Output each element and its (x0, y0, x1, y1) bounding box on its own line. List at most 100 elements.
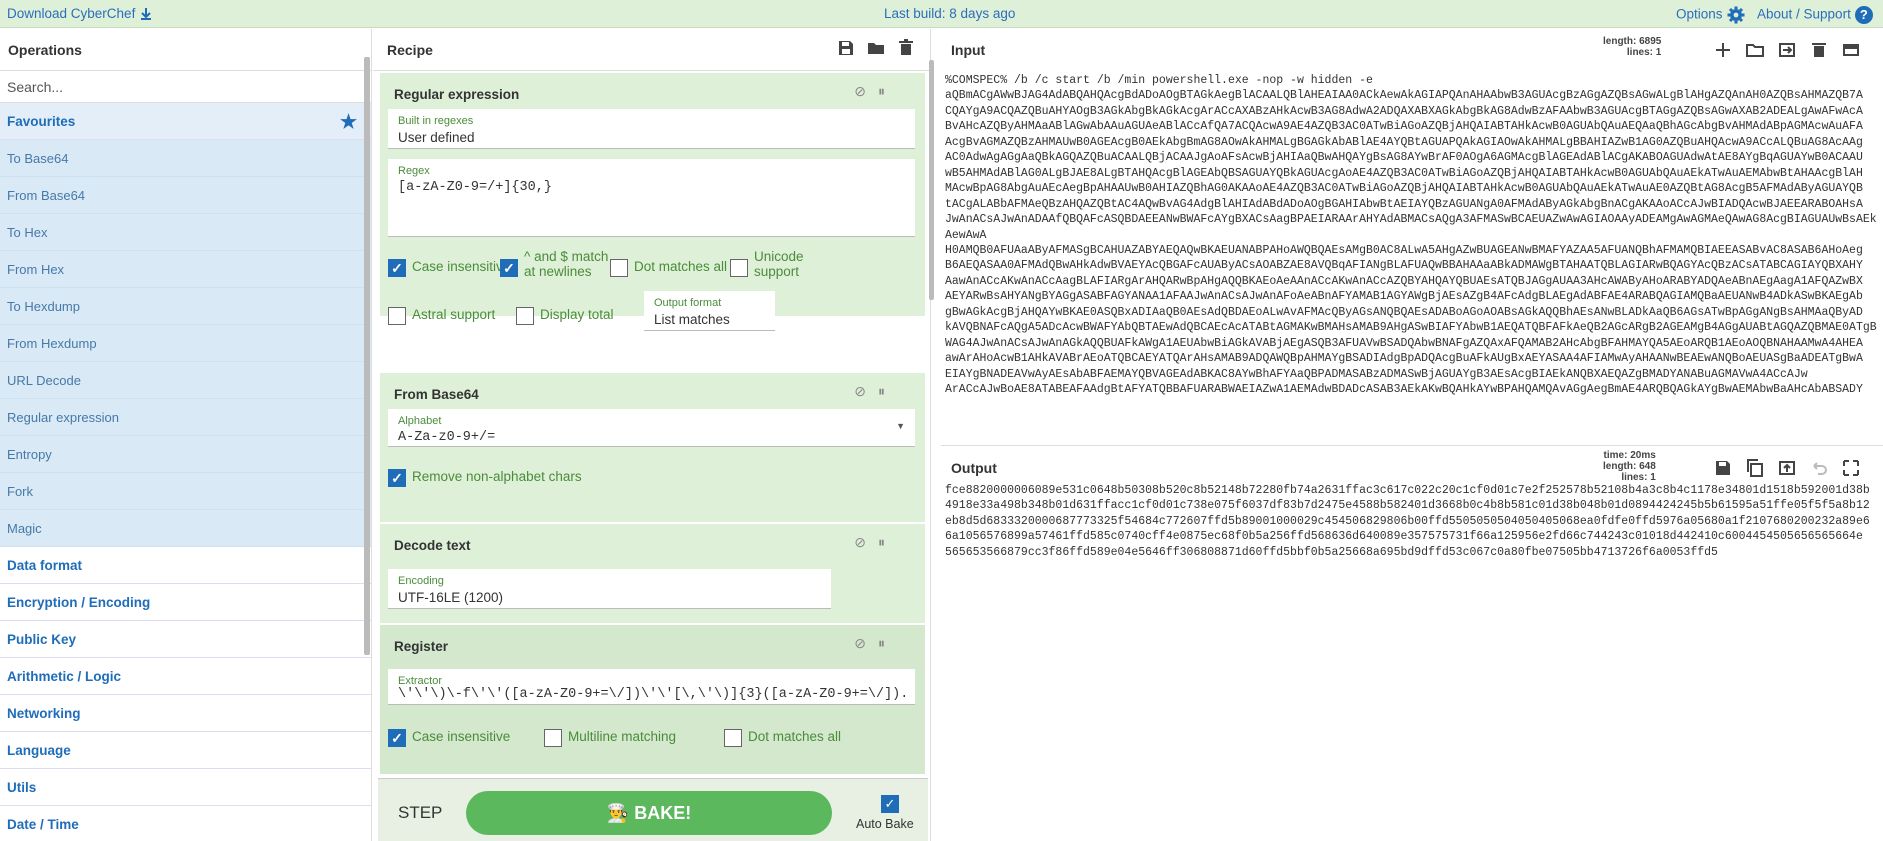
checkbox-unchecked[interactable] (730, 259, 748, 277)
open-folder-icon[interactable] (1745, 40, 1765, 60)
alphabet-select[interactable]: Alphabet A-Za-z0-9+/= ▼ (388, 409, 915, 447)
ingredient-controls: ⊘⏸ (854, 383, 897, 400)
checkbox-label: Display total (540, 307, 614, 322)
category-item[interactable]: Data format (0, 547, 371, 584)
checkbox-checked[interactable]: ✓ (388, 469, 406, 487)
disable-icon[interactable]: ⊘ (854, 534, 878, 550)
gear-icon (1727, 6, 1745, 24)
stat-label: lines: (1626, 47, 1654, 58)
op-item[interactable]: URL Decode (0, 362, 371, 399)
dot-matches-all-checkbox[interactable]: Dot matches all (724, 729, 841, 747)
checkbox-unchecked[interactable] (724, 729, 742, 747)
category-item[interactable]: Encryption / Encoding (0, 584, 371, 621)
regex-field[interactable]: Regex [a-zA-Z0-9=/+]{30,} (388, 159, 915, 237)
checkbox-label: Remove non-alphabet chars (412, 469, 582, 484)
case-insensitive-checkbox[interactable]: ✓ Case insensitive (388, 259, 510, 277)
checkbox-checked[interactable]: ✓ (500, 259, 518, 277)
category-item[interactable]: Date / Time (0, 806, 371, 841)
astral-support-checkbox[interactable]: Astral support (388, 307, 495, 325)
output-format-select[interactable]: Output format List matches (644, 291, 775, 331)
disable-icon[interactable]: ⊘ (854, 635, 878, 651)
about-label: About / Support (1757, 6, 1851, 22)
about-support-button[interactable]: About / Support? (1757, 6, 1873, 24)
op-item[interactable]: Entropy (0, 436, 371, 473)
category-favourites[interactable]: Favourites ★ (0, 103, 371, 140)
checkbox-unchecked[interactable] (610, 259, 628, 277)
checkbox-unchecked[interactable] (388, 307, 406, 325)
pause-icon[interactable]: ⏸ (878, 83, 897, 99)
auto-bake-checkbox[interactable]: ✓ (881, 795, 899, 813)
recipe-header: Recipe (373, 29, 930, 71)
trash-icon[interactable] (896, 38, 916, 58)
category-item[interactable]: Arithmetic / Logic (0, 658, 371, 695)
category-item[interactable]: Utils (0, 769, 371, 806)
operations-scrollbar[interactable] (364, 57, 370, 655)
op-item[interactable]: From Hexdump (0, 325, 371, 362)
op-item[interactable]: To Hexdump (0, 288, 371, 325)
options-button[interactable]: Options (1676, 6, 1745, 24)
star-icon[interactable]: ★ (340, 111, 357, 134)
save-icon[interactable] (1713, 458, 1733, 478)
copy-icon[interactable] (1745, 458, 1765, 478)
category-item[interactable]: Networking (0, 695, 371, 732)
trash-icon[interactable] (1809, 40, 1829, 60)
checkbox-checked[interactable]: ✓ (388, 259, 406, 277)
chevron-down-icon[interactable]: ▼ (896, 421, 905, 431)
multiline-matching-checkbox[interactable]: Multiline matching (544, 729, 676, 747)
folder-icon[interactable] (866, 38, 886, 58)
recipe-scrollbar[interactable] (929, 60, 934, 300)
stat-label: lines: (1621, 472, 1648, 483)
disable-icon[interactable]: ⊘ (854, 83, 878, 99)
op-item[interactable]: Magic (0, 510, 371, 547)
open-file-icon[interactable] (1777, 40, 1797, 60)
checkbox-unchecked[interactable] (516, 307, 534, 325)
text-line: awArAHoAcwB1AHkAVABrAEoATQBCAEYATQArAHsA… (945, 352, 1863, 366)
output-text[interactable]: fce8820000006089e531c0648b50308b520c8b52… (945, 483, 1877, 573)
favourites-label: Favourites (7, 114, 76, 129)
pause-icon[interactable]: ⏸ (878, 534, 897, 550)
extractor-field[interactable]: Extractor \'\'\)\-f\'\'([a-zA-Z0-9+=\/])… (388, 669, 915, 705)
unicode-support-checkbox[interactable]: Unicode support (730, 249, 804, 279)
dot-matches-all-checkbox[interactable]: Dot matches all (610, 259, 727, 277)
checkbox-checked[interactable]: ✓ (388, 729, 406, 747)
pause-icon[interactable]: ⏸ (878, 383, 897, 399)
encoding-select[interactable]: Encoding UTF-16LE (1200) (388, 569, 831, 609)
operations-search-input[interactable]: Search... (0, 71, 371, 103)
op-item[interactable]: To Base64 (0, 140, 371, 177)
bake-button[interactable]: 👨‍🍳 BAKE! (466, 791, 832, 835)
save-icon[interactable] (836, 38, 856, 58)
op-item[interactable]: From Base64 (0, 177, 371, 214)
caret-dollar-checkbox[interactable]: ✓ ^ and $ match at newlines (500, 249, 608, 279)
field-value: List matches (654, 312, 730, 327)
add-tab-icon[interactable] (1713, 40, 1733, 60)
display-total-checkbox[interactable]: Display total (516, 307, 614, 325)
auto-bake-label: Auto Bake (856, 817, 914, 831)
ingredient-decode-text: Decode text ⊘⏸ Encoding UTF-16LE (1200) (380, 524, 925, 624)
last-build: Last build: 8 days ago (884, 6, 1016, 21)
layout-icon[interactable] (1841, 40, 1861, 60)
category-item[interactable]: Public Key (0, 621, 371, 658)
replace-input-icon[interactable] (1777, 458, 1797, 478)
checkbox-unchecked[interactable] (544, 729, 562, 747)
disable-icon[interactable]: ⊘ (854, 383, 878, 399)
input-textarea[interactable]: %COMSPEC% /b /c start /b /min powershell… (945, 73, 1877, 429)
op-item[interactable]: Regular expression (0, 399, 371, 436)
maximise-icon[interactable] (1841, 458, 1861, 478)
op-item[interactable]: From Hex (0, 251, 371, 288)
stat-value: 6895 (1639, 36, 1662, 47)
case-insensitive-checkbox[interactable]: ✓ Case insensitive (388, 729, 510, 747)
builtin-regex-select[interactable]: Built in regexes User defined (388, 109, 915, 149)
download-link[interactable]: Download CyberChef (7, 6, 153, 21)
op-item[interactable]: Fork (0, 473, 371, 510)
category-item[interactable]: Language (0, 732, 371, 769)
output-title: Output (951, 460, 997, 476)
ingredient-controls: ⊘⏸ (854, 534, 897, 551)
undo-icon[interactable] (1809, 458, 1829, 478)
text-line: EIAYgBNADEAVwAyAEsAbABFAEMAYQBVAGEAdABKA… (945, 367, 1808, 381)
pause-icon[interactable]: ⏸ (878, 635, 897, 651)
step-button[interactable]: STEP (398, 803, 442, 823)
remove-non-alphabet-checkbox[interactable]: ✓ Remove non-alphabet chars (388, 469, 582, 487)
download-icon (141, 8, 152, 21)
op-item[interactable]: To Hex (0, 214, 371, 251)
ingredient-register: Register ⊘⏸ Extractor \'\'\)\-f\'\'([a-z… (380, 625, 925, 775)
